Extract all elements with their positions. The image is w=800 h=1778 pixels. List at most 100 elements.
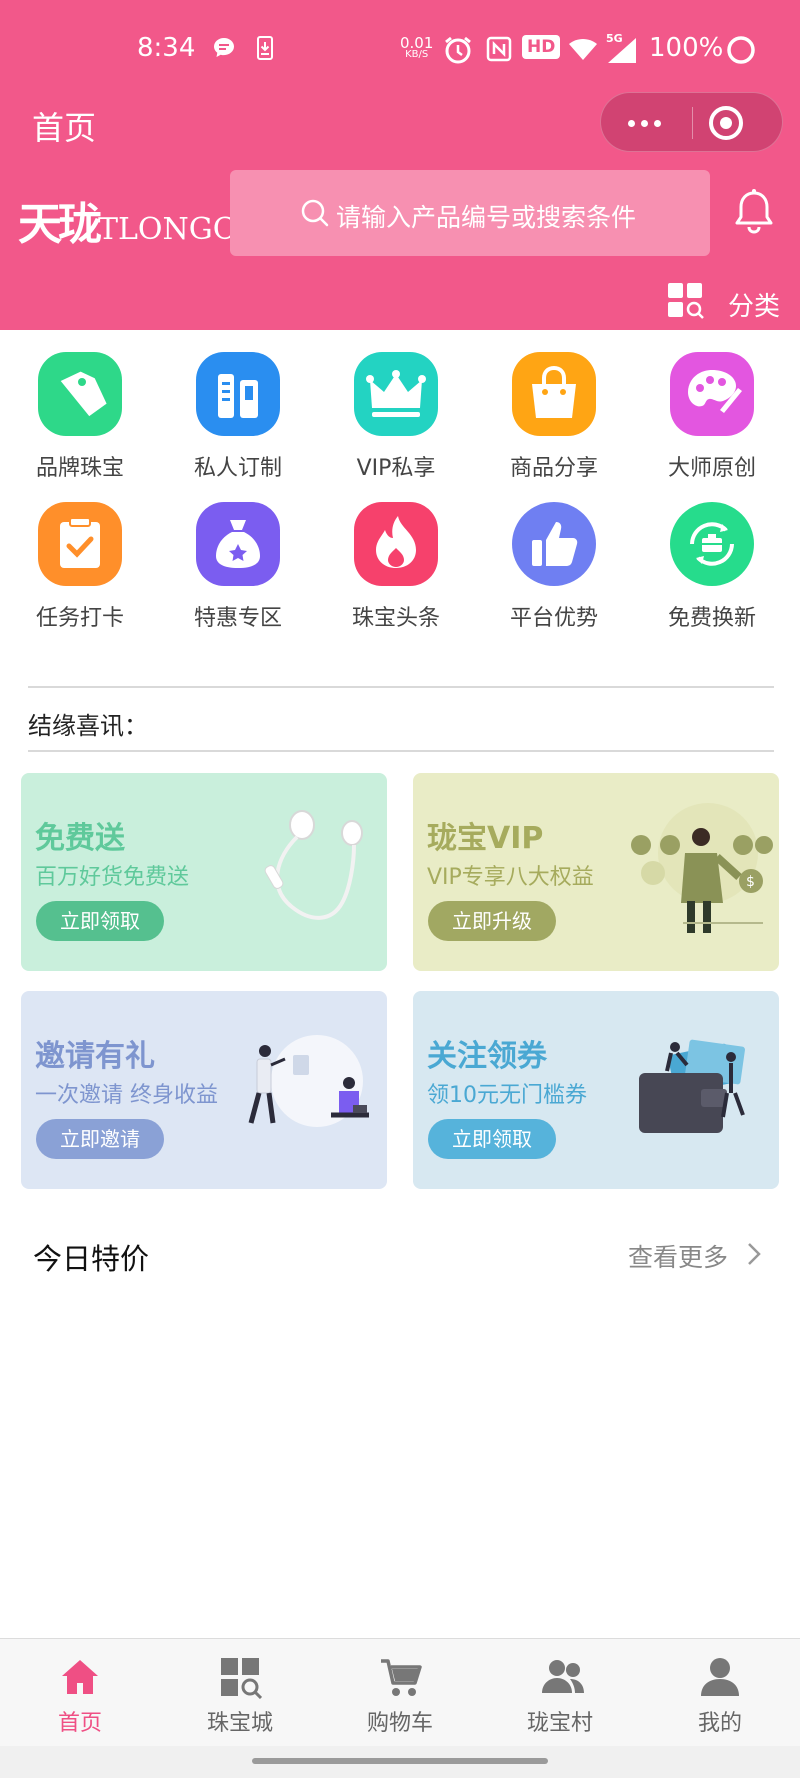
clipboard-check-icon (38, 502, 122, 586)
notice-label: 结缘喜讯： (28, 712, 148, 740)
grid-item-master-original[interactable]: 大师原创 (632, 350, 792, 490)
user-icon (700, 1657, 740, 1701)
tab-label: 我的 (697, 1711, 742, 1736)
grid-label: 品牌珠宝 (35, 456, 124, 481)
invite-people-illustration (241, 1031, 377, 1145)
view-more-link[interactable]: 查看更多 (628, 1238, 728, 1274)
battery-icon (726, 35, 756, 69)
home-icon (60, 1657, 100, 1701)
grid-item-platform-advantage[interactable]: 平台优势 (474, 500, 634, 640)
category-label[interactable]: 分类 (728, 286, 780, 323)
palette-icon (670, 352, 754, 436)
close-mini-program-icon[interactable] (709, 106, 743, 140)
claim-button[interactable]: 立即领取 (36, 901, 164, 941)
tab-label: 珑宝村 (526, 1711, 593, 1736)
promo-card-invite[interactable]: 邀请有礼 一次邀请 终身收益 立即邀请 (21, 991, 387, 1189)
grid-label: 商品分享 (509, 456, 598, 481)
bell-icon[interactable] (733, 189, 775, 239)
card-title: 关注领券 (427, 1039, 547, 1074)
brand-logo: 天珑TLONGCN (18, 188, 262, 250)
grid-item-task-checkin[interactable]: 任务打卡 (0, 500, 160, 640)
network-speed: 0.01 KB/S (400, 34, 434, 61)
users-icon (540, 1657, 586, 1701)
flame-icon (354, 502, 438, 586)
hd-badge: HD (522, 35, 561, 59)
network-speed-value: 0.01 (400, 34, 434, 52)
bag-icon (512, 352, 596, 436)
grid-item-special-offer[interactable]: 特惠专区 (158, 500, 318, 640)
status-bar: 8:34 0.01 KB/S HD 5G 100% (0, 0, 800, 100)
status-time: 8:34 (137, 33, 196, 63)
wifi-icon (568, 36, 598, 66)
home-indicator[interactable] (252, 1758, 548, 1764)
promo-card-follow-coupon[interactable]: 关注领券 领10元无门槛券 立即领取 (413, 991, 779, 1189)
invite-button[interactable]: 立即邀请 (36, 1119, 164, 1159)
more-options-icon[interactable] (625, 93, 685, 153)
section-title-todays-specials: 今日特价 (33, 1242, 150, 1276)
grid-label: 珠宝头条 (351, 606, 440, 631)
refresh-box-icon (670, 502, 754, 586)
cart-icon (380, 1657, 422, 1703)
svg-text:$: $ (746, 874, 755, 890)
claim-coupon-button[interactable]: 立即领取 (428, 1119, 556, 1159)
mini-program-capsule (600, 92, 783, 152)
grid-label: 私人订制 (193, 456, 282, 481)
tab-label: 首页 (57, 1711, 102, 1736)
chevron-right-icon[interactable] (745, 1240, 763, 1272)
5g-badge: 5G (606, 32, 623, 45)
vip-person-illustration: $ (623, 793, 773, 947)
tab-jewelry-mall[interactable]: 珠宝城 (160, 1639, 320, 1747)
card-title: 邀请有礼 (35, 1039, 155, 1074)
tab-village[interactable]: 珑宝村 (480, 1639, 640, 1747)
grid-item-jewelry-news[interactable]: 珠宝头条 (316, 500, 476, 640)
grid-label: 免费换新 (667, 606, 756, 631)
category-grid-icon[interactable] (667, 282, 705, 324)
card-title: 珑宝VIP (427, 821, 544, 856)
grid-label: 特惠专区 (193, 606, 282, 631)
search-icon (300, 198, 330, 232)
tools-icon (196, 352, 280, 436)
notice-divider-bottom (28, 750, 774, 752)
grid-item-brand-jewelry[interactable]: 品牌珠宝 (0, 350, 160, 490)
tag-icon (38, 352, 122, 436)
grid-item-vip[interactable]: VIP私享 (316, 350, 476, 490)
tab-label: 珠宝城 (206, 1711, 273, 1736)
tab-home[interactable]: 首页 (0, 1639, 160, 1747)
card-title: 免费送 (35, 821, 125, 856)
page-title: 首页 (32, 109, 97, 147)
thumbs-up-icon (512, 502, 596, 586)
crown-icon (354, 352, 438, 436)
upgrade-button[interactable]: 立即升级 (428, 901, 556, 941)
promo-card-free-gift[interactable]: 免费送 百万好货免费送 立即领取 (21, 773, 387, 971)
nfc-icon (486, 36, 512, 66)
tab-cart[interactable]: 购物车 (320, 1639, 480, 1747)
grid-search-icon (220, 1657, 263, 1703)
grid-label: 任务打卡 (35, 606, 124, 631)
logo-cn: 天珑 (18, 199, 102, 250)
bottom-tab-bar: 首页 珠宝城 购物车 珑宝村 我的 (0, 1638, 800, 1746)
search-placeholder: 请输入产品编号或搜索条件 (336, 203, 637, 232)
tab-mine[interactable]: 我的 (640, 1639, 800, 1747)
grid-label: 大师原创 (667, 456, 756, 481)
download-notification-icon (256, 36, 274, 64)
tab-label: 购物车 (366, 1711, 433, 1736)
grid-item-goods-share[interactable]: 商品分享 (474, 350, 634, 490)
grid-label: VIP私享 (356, 456, 436, 481)
battery-percent: 100% (649, 33, 724, 63)
card-subtitle: 百万好货免费送 (35, 865, 190, 890)
header: 8:34 0.01 KB/S HD 5G 100% 首页 天珑TLONGCN 请… (0, 0, 800, 330)
search-input[interactable]: 请输入产品编号或搜索条件 (230, 170, 710, 256)
grid-item-free-renewal[interactable]: 免费换新 (632, 500, 792, 640)
earphones-illustration (247, 803, 377, 937)
wallet-illustration (635, 1039, 765, 1143)
capsule-divider (692, 107, 693, 139)
card-subtitle: 领10元无门槛券 (427, 1083, 587, 1108)
money-bag-icon (196, 502, 280, 586)
alarm-icon (443, 36, 473, 68)
promo-card-vip[interactable]: 珑宝VIP VIP专享八大权益 立即升级 $ (413, 773, 779, 971)
grid-label: 平台优势 (509, 606, 598, 631)
card-subtitle: VIP专享八大权益 (427, 865, 594, 890)
grid-item-private-custom[interactable]: 私人订制 (158, 350, 318, 490)
card-subtitle: 一次邀请 终身收益 (35, 1083, 218, 1108)
chat-notification-icon (212, 36, 236, 64)
